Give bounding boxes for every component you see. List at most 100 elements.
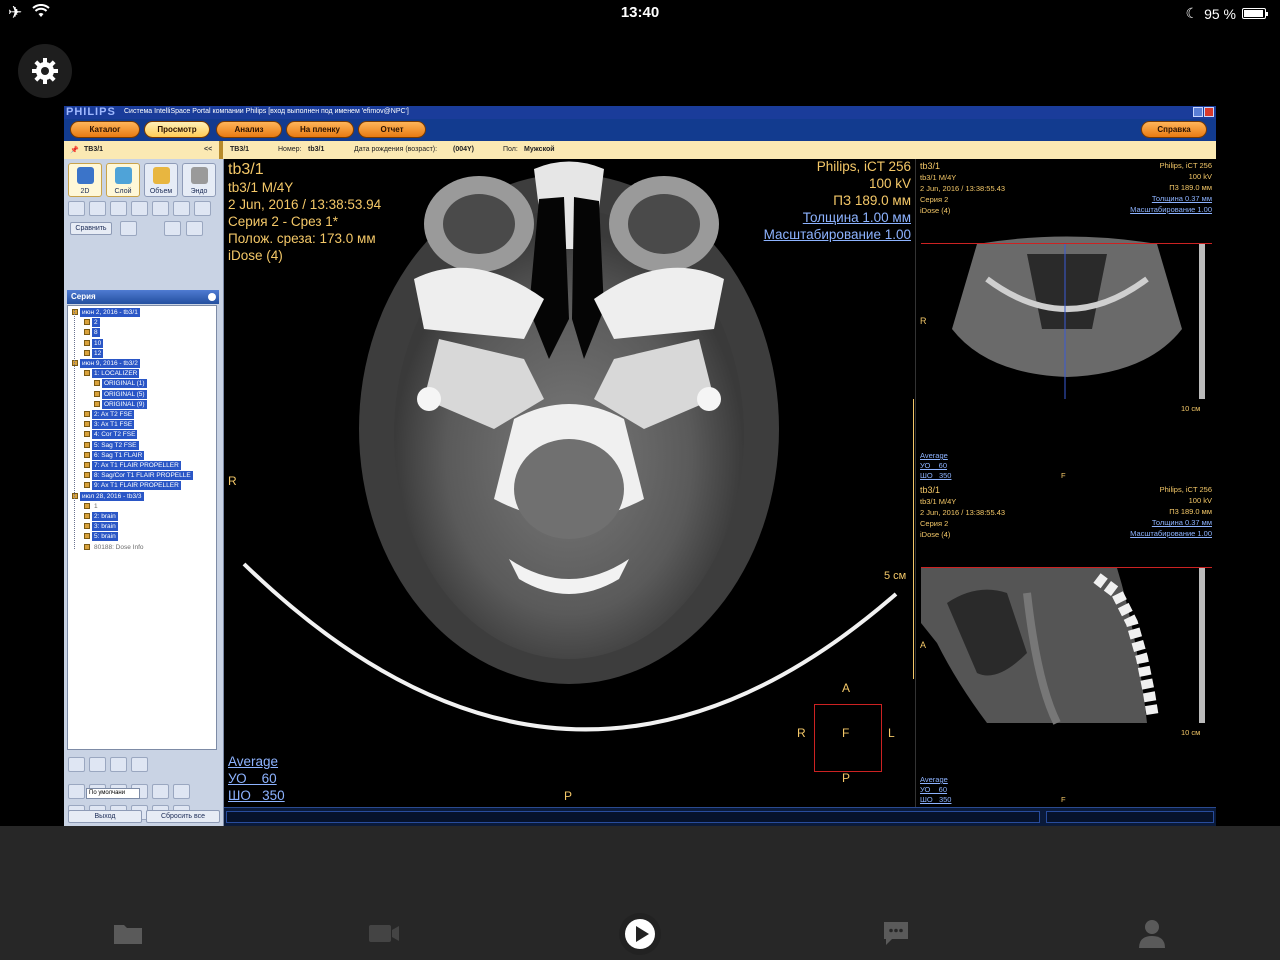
series-tree-item[interactable]: 10: [92, 338, 104, 348]
series-tree-item[interactable]: 6: Sag T1 FLAIR: [92, 450, 145, 460]
series-tree[interactable]: июн 2, 2016 - tb3/1 2 8 10 12 июн 9, 2016 - t…: [67, 305, 217, 750]
tool-icon-1[interactable]: [68, 201, 85, 216]
tree-node-icon: [94, 380, 100, 387]
wl-width[interactable]: ШО 350: [228, 788, 285, 803]
compare-button[interactable]: Сравнить: [70, 222, 112, 235]
series-tree-item[interactable]: 3: Ax T1 FSE: [92, 420, 135, 430]
camera-icon[interactable]: [89, 757, 106, 772]
tree-node-icon: [84, 329, 90, 336]
series-tree-item[interactable]: 8: Sag/Cor T1 FLAIR PROPELLE: [92, 471, 193, 481]
collapse-button[interactable]: <<: [204, 146, 212, 153]
close-button[interactable]: [1204, 107, 1214, 117]
series-tree-item[interactable]: 2: brain: [92, 512, 118, 521]
series-panel-header[interactable]: Серия: [67, 290, 219, 304]
nav-view[interactable]: Просмотр: [144, 121, 210, 138]
patient-id: ТВ3/1: [84, 146, 104, 153]
coronal-wl-width[interactable]: ШО 350: [920, 471, 951, 480]
pin-icon[interactable]: 📌: [70, 146, 79, 154]
series-tree-item[interactable]: 3: brain: [92, 522, 118, 532]
series-tree-item[interactable]: 9: Ax T1 FLAIR PROPELLER: [92, 481, 181, 491]
settings-button[interactable]: [18, 44, 72, 98]
series-tree-item[interactable]: июн 9, 2016 - tb3/2: [80, 359, 140, 368]
number-label: Номер:: [278, 146, 302, 153]
wl-center[interactable]: УО 60: [228, 771, 277, 786]
series-tree-item[interactable]: 2: [92, 318, 100, 328]
sagittal-orient-left: A: [920, 640, 927, 650]
series-tree-item[interactable]: 7: Ax T1 FLAIR PROPELLER: [92, 461, 181, 470]
tree-node-icon: [94, 390, 100, 397]
mode-volume-button[interactable]: Объем: [144, 163, 178, 197]
nav-analysis[interactable]: Анализ: [216, 121, 282, 138]
profile-icon[interactable]: [1135, 916, 1169, 950]
zoom-link[interactable]: Масштабирование 1.00: [764, 227, 911, 242]
wl-preset-select[interactable]: По умолчани: [86, 788, 140, 799]
coronal-thickness-link[interactable]: Толщина 0.37 мм: [1152, 194, 1212, 203]
nav-film[interactable]: На пленку: [286, 121, 354, 138]
save-icon[interactable]: [68, 757, 85, 772]
series-tree-item[interactable]: 1: LOCALIZER: [92, 369, 140, 379]
sagittal-wl-preset[interactable]: Average: [920, 775, 948, 784]
tool-icon-4[interactable]: [131, 201, 148, 216]
series-tree-item[interactable]: 5: Sag T2 FSE: [92, 440, 139, 450]
thickness-link[interactable]: Толщина 1.00 мм: [803, 210, 911, 225]
minimize-button[interactable]: [1193, 107, 1203, 117]
exit-button[interactable]: Выход: [68, 810, 142, 823]
series-tree-item[interactable]: ORIGINAL (1): [102, 379, 147, 389]
wl-preset-link[interactable]: Average: [228, 754, 278, 769]
tree-node-icon: [84, 533, 90, 540]
mode-2d-button[interactable]: 2D: [68, 163, 102, 197]
nav-report[interactable]: Отчет: [358, 121, 426, 138]
orient-right: R: [228, 474, 237, 488]
sagittal-wl-width[interactable]: ШО 350: [920, 795, 951, 804]
series-slice: Серия 2 - Срез 1*: [228, 214, 339, 229]
tree-node-icon: [84, 319, 90, 326]
series-tree-item[interactable]: 80188: Dose Info: [92, 543, 146, 552]
tool-icon-8[interactable]: [164, 221, 181, 236]
coronal-zoom-link[interactable]: Масштабирование 1.00: [1130, 205, 1212, 214]
reset-all-button[interactable]: Сбросить все: [146, 810, 220, 823]
mode-slab-button[interactable]: Слой: [106, 163, 140, 197]
series-tree-item[interactable]: июн 2, 2016 - tb3/1: [80, 308, 140, 317]
layout-icon[interactable]: [173, 201, 190, 216]
coronal-wl-center[interactable]: УО 60: [920, 461, 947, 470]
coronal-wl-preset[interactable]: Average: [920, 451, 948, 460]
tool-icon-7[interactable]: [194, 201, 211, 216]
tool-icon-9[interactable]: [186, 221, 203, 236]
series-tree-item[interactable]: 5: brain: [92, 532, 118, 542]
eraser-icon[interactable]: [173, 784, 190, 799]
tree-connector: [74, 310, 75, 549]
coronal-viewport[interactable]: tb3/1 tb3/1 M/4Y 2 Jun, 2016 / 13:38:55.…: [917, 159, 1216, 483]
main-viewport[interactable]: tb3/1 tb3/1 M/4Y 2 Jun, 2016 / 13:38:53.…: [224, 159, 916, 807]
tool-icon-5[interactable]: [152, 201, 169, 216]
tool-icon-3[interactable]: [110, 201, 127, 216]
chat-icon[interactable]: [879, 916, 913, 950]
nav-catalog[interactable]: Каталог: [70, 121, 140, 138]
scanner-label: Philips, iCT 256: [816, 159, 911, 174]
series-close-icon[interactable]: [208, 293, 216, 301]
sagittal-viewport[interactable]: tb3/1 tb3/1 M/4Y 2 Jun, 2016 / 13:38:55.…: [917, 483, 1216, 807]
series-tree-item[interactable]: июл 28, 2016 - tb3/3: [80, 491, 144, 501]
copy-icon[interactable]: [110, 757, 127, 772]
video-icon[interactable]: [367, 916, 401, 950]
tool-icon-2[interactable]: [89, 201, 106, 216]
sagittal-wl-center[interactable]: УО 60: [920, 785, 947, 794]
book-icon[interactable]: [131, 757, 148, 772]
series-tree-item[interactable]: 8: [92, 328, 100, 338]
link-icon[interactable]: [120, 221, 137, 236]
folder-icon[interactable]: [111, 916, 145, 950]
mode-endo-button[interactable]: Эндо: [182, 163, 216, 197]
select-tool-icon[interactable]: [68, 784, 85, 799]
series-tree-item[interactable]: ORIGINAL (5): [102, 389, 147, 399]
slice-line-2: [921, 567, 1212, 568]
sagittal-series: Серия 2: [920, 519, 949, 528]
series-tree-item[interactable]: ORIGINAL (9): [102, 399, 147, 409]
sagittal-zoom-link[interactable]: Масштабирование 1.00: [1130, 529, 1212, 538]
help-button[interactable]: Справка: [1141, 121, 1207, 138]
series-tree-item[interactable]: 1: [92, 502, 100, 511]
sagittal-thickness-link[interactable]: Толщина 0.37 мм: [1152, 518, 1212, 527]
rotate-tool-icon[interactable]: [152, 784, 169, 799]
play-button[interactable]: [618, 912, 662, 956]
series-tree-item[interactable]: 12: [92, 348, 104, 358]
series-tree-item[interactable]: 2: Ax T2 FSE: [92, 410, 135, 419]
series-tree-item[interactable]: 4: Cor T2 FSE: [92, 430, 138, 440]
